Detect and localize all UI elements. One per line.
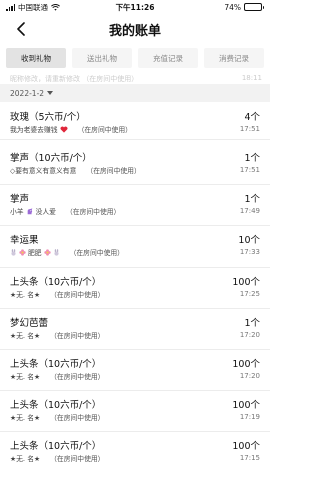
nav-bar: 我的账单 [0, 14, 270, 44]
record-row[interactable]: 上头条（10六币/个） ★无. 名★ （在房间中使用） 100个 17:19 [0, 392, 270, 432]
sender-name: ★无. 名★ [10, 373, 41, 381]
gift-time: 17:20 [239, 331, 260, 339]
gift-count: 100个 [232, 277, 260, 288]
gift-time: 17:33 [239, 248, 260, 256]
gift-note: ★无. 名★ （在房间中使用） [10, 330, 104, 340]
gift-count: 100个 [232, 400, 260, 411]
gift-count: 1个 [244, 153, 260, 164]
date-filter[interactable]: 2022-1-2 [0, 84, 270, 102]
sender-name: ★无. 名★ [10, 455, 41, 463]
sender-name: ◇要有意义有意义有意 [10, 167, 77, 175]
tab-bar: 收到礼物 送出礼物 充值记录 消费记录 [6, 48, 264, 68]
usage-label: （在房间中使用） [50, 414, 105, 422]
chevron-left-icon [17, 22, 25, 36]
back-button[interactable] [12, 20, 30, 38]
sender-name: 肥肥 [28, 249, 42, 257]
record-row[interactable]: 梦幻芭蕾 ★无. 名★ （在房间中使用） 1个 17:20 [0, 310, 270, 350]
gift-note: ★无. 名★ （在房间中使用） [10, 412, 104, 422]
rabbit-icon [11, 248, 16, 256]
gift-name: 掌声（10六币/个） [10, 153, 92, 164]
status-time: 下午11:26 [115, 2, 155, 12]
gift-name: 玫瑰（5六币/个） [10, 112, 86, 123]
gift-count: 1个 [244, 318, 260, 329]
gift-note: 我为老婆去赚钱 （在房间中使用） [10, 124, 132, 134]
record-row[interactable]: 上头条（10六币/个） ★无. 名★ （在房间中使用） 100个 17:25 [0, 269, 270, 309]
gift-name: 梦幻芭蕾 [10, 318, 49, 329]
tab-sent-gifts[interactable]: 送出礼物 [72, 48, 132, 68]
usage-label: （在房间中使用） [69, 249, 124, 257]
gift-name: 掌声 [10, 194, 30, 205]
record-row[interactable]: 上头条（10六币/个） ★无. 名★ （在房间中使用） 100个 17:15 [0, 433, 270, 473]
usage-label: （在房间中使用） [65, 208, 121, 216]
gift-count: 100个 [232, 441, 260, 452]
record-row[interactable]: 玫瑰（5六币/个） 我为老婆去赚钱 （在房间中使用） 4个 17:51 [0, 104, 270, 140]
gift-count: 4个 [244, 112, 260, 123]
battery-icon [244, 3, 264, 11]
gift-name: 上头条（10六币/个） [10, 359, 102, 370]
flower-icon [43, 248, 51, 256]
sender-name: ★无. 名★ [10, 291, 41, 299]
gift-time: 17:19 [239, 413, 260, 421]
usage-label: （在房间中使用） [50, 373, 105, 381]
sender-name: 我为老婆去赚钱 [10, 126, 58, 134]
tab-recharge-records[interactable]: 充值记录 [138, 48, 198, 68]
gift-name: 幸运果 [10, 235, 39, 246]
gift-name: 上头条（10六币/个） [10, 400, 102, 411]
record-row[interactable]: 上头条（10六币/个） ★无. 名★ （在房间中使用） 100个 17:20 [0, 351, 270, 391]
gift-time: 17:15 [239, 454, 260, 462]
flower-icon [19, 248, 26, 256]
sender-name: 小羊 [10, 208, 24, 216]
sender-name: ★无. 名★ [10, 414, 41, 422]
gift-count: 100个 [232, 359, 260, 370]
sender-name-suffix: 没人爱 [35, 208, 56, 216]
heart-icon [60, 126, 68, 133]
tab-consumption-records[interactable]: 消费记录 [204, 48, 264, 68]
date-filter-label: 2022-1-2 [10, 88, 45, 98]
sender-name: ★无. 名★ [10, 332, 41, 340]
record-row[interactable]: 掌声 小羊 没人爱 （在房间中使用） 1个 17:49 [0, 186, 270, 226]
gift-note: ◇要有意义有意义有意 （在房间中使用） [10, 165, 141, 175]
gift-count: 1个 [244, 194, 260, 205]
usage-label: （在房间中使用） [50, 291, 105, 299]
unicorn-icon [27, 207, 32, 214]
gift-name: 上头条（10六币/个） [10, 441, 102, 452]
usage-label: （在房间中使用） [77, 126, 132, 134]
status-bar: 中国联通 下午11:26 74% [0, 0, 270, 14]
rabbit-icon [53, 248, 59, 256]
usage-label: （在房间中使用） [86, 167, 141, 175]
gift-time: 17:51 [239, 125, 260, 133]
gift-time: 17:25 [239, 290, 260, 298]
tab-received-gifts[interactable]: 收到礼物 [6, 48, 66, 68]
record-row[interactable]: 幸运果 肥肥 （在房间中使用） 10个 17:33 [0, 227, 270, 268]
gift-note: 小羊 没人爱 （在房间中使用） [10, 206, 120, 216]
gift-name: 上头条（10六币/个） [10, 277, 102, 288]
gift-note: ★无. 名★ （在房间中使用） [10, 371, 104, 381]
gift-time: 17:49 [239, 207, 260, 215]
gift-note: 肥肥 （在房间中使用） [10, 247, 124, 257]
record-row[interactable]: 掌声（10六币/个） ◇要有意义有意义有意 （在房间中使用） 1个 17:51 [0, 145, 270, 185]
usage-label: （在房间中使用） [50, 455, 105, 463]
gift-note: ★无. 名★ （在房间中使用） [10, 453, 104, 463]
page-title: 我的账单 [108, 23, 161, 39]
usage-label: （在房间中使用） [50, 332, 105, 340]
caret-down-icon [47, 91, 54, 95]
gift-time: 17:51 [239, 166, 260, 174]
gift-time: 17:20 [239, 372, 260, 380]
gift-note: ★无. 名★ （在房间中使用） [10, 289, 104, 299]
gift-count: 10个 [238, 235, 260, 246]
